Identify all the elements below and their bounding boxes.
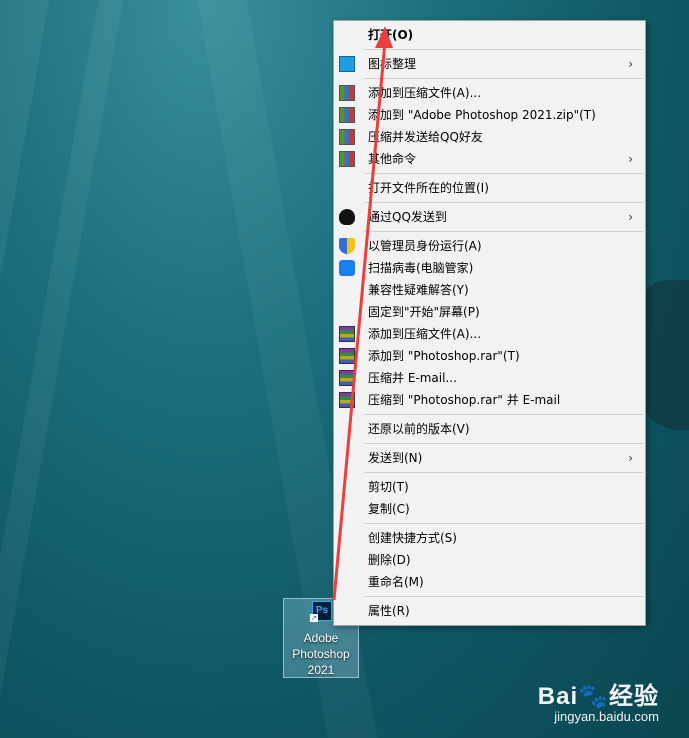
- watermark-logo: Bai🐾经验: [537, 683, 659, 710]
- annotation-arrow-head: [375, 26, 393, 48]
- annotation-arrow: [332, 26, 393, 601]
- watermark-url: jingyan.baidu.com: [554, 709, 659, 724]
- baidu-jingyan-watermark: Bai🐾经验 jingyan.baidu.com: [538, 676, 659, 724]
- annotation-arrow-shaft: [332, 41, 387, 601]
